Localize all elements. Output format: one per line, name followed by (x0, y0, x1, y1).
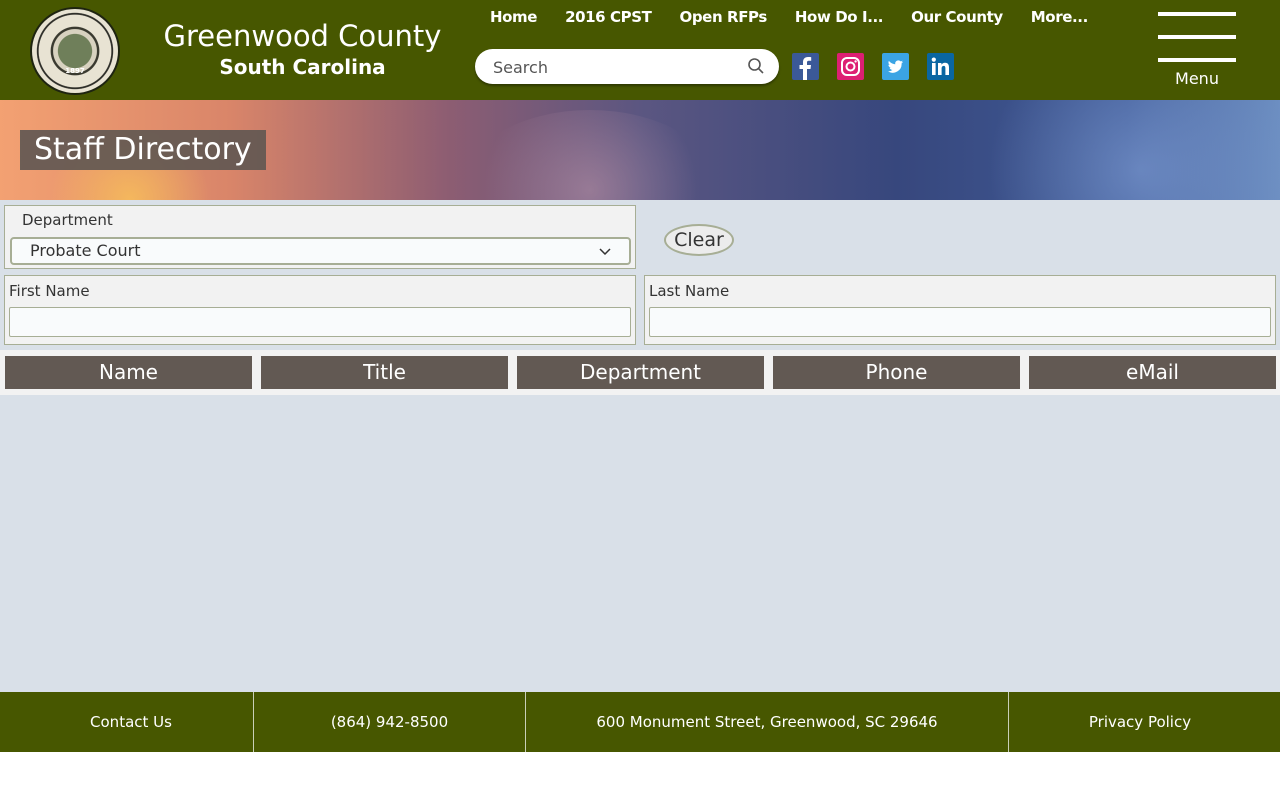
banner-decoration (950, 100, 1280, 200)
page-banner: Staff Directory (0, 100, 1280, 200)
first-name-label: First Name (9, 282, 90, 300)
top-navigation: Home 2016 CPST Open RFPs How Do I... Our… (476, 6, 1102, 28)
site-title-county: Greenwood County (163, 19, 442, 53)
column-header-email[interactable]: eMail (1029, 356, 1276, 389)
department-select[interactable]: Probate Court (10, 237, 631, 265)
column-header-phone[interactable]: Phone (773, 356, 1020, 389)
nav-open-rfps[interactable]: Open RFPs (665, 6, 780, 28)
department-filter: Department Probate Court (4, 205, 636, 269)
facebook-icon[interactable] (792, 53, 819, 80)
search-icon[interactable] (747, 57, 765, 75)
column-header-name[interactable]: Name (5, 356, 252, 389)
site-title-state: South Carolina (219, 55, 386, 79)
seal-year: 1897 (65, 67, 85, 75)
search-bar (475, 49, 779, 84)
clear-button[interactable]: Clear (664, 224, 734, 256)
county-seal-logo[interactable]: 1897 (30, 7, 120, 95)
nav-2016-cpst[interactable]: 2016 CPST (551, 6, 665, 28)
department-label: Department (22, 211, 113, 229)
department-selected-value: Probate Court (30, 241, 141, 260)
footer-contact-link[interactable]: Contact Us (0, 692, 262, 752)
last-name-input[interactable] (649, 307, 1271, 337)
staff-directory-content: Department Probate Court Clear First Nam… (0, 200, 1280, 692)
nav-more[interactable]: More... (1017, 6, 1102, 28)
first-name-input[interactable] (9, 307, 631, 337)
hamburger-menu-button[interactable]: Menu (1158, 12, 1236, 92)
footer-privacy-link[interactable]: Privacy Policy (1009, 692, 1271, 752)
footer-phone-link[interactable]: (864) 942-8500 (254, 692, 525, 752)
last-name-label: Last Name (649, 282, 730, 300)
menu-icon-bar (1158, 58, 1236, 62)
site-footer: Contact Us (864) 942-8500 600 Monument S… (0, 692, 1280, 752)
menu-label: Menu (1175, 69, 1219, 88)
chevron-down-icon (597, 243, 613, 259)
first-name-filter: First Name (4, 275, 636, 345)
nav-home[interactable]: Home (476, 6, 551, 28)
search-input[interactable] (493, 55, 733, 79)
menu-icon-bar (1158, 12, 1236, 16)
page-title: Staff Directory (20, 130, 266, 170)
twitter-icon[interactable] (882, 53, 909, 80)
menu-icon-bar (1158, 35, 1236, 39)
site-header: 1897 Greenwood County South Carolina Hom… (0, 0, 1280, 100)
site-title[interactable]: Greenwood County South Carolina (150, 18, 455, 80)
column-header-title[interactable]: Title (261, 356, 508, 389)
nav-how-do-i[interactable]: How Do I... (781, 6, 897, 28)
linkedin-icon[interactable] (927, 53, 954, 80)
last-name-filter: Last Name (644, 275, 1276, 345)
footer-address[interactable]: 600 Monument Street, Greenwood, SC 29646 (526, 692, 1008, 752)
instagram-icon[interactable] (837, 53, 864, 80)
nav-our-county[interactable]: Our County (897, 6, 1017, 28)
banner-decoration (460, 110, 720, 200)
column-header-department[interactable]: Department (517, 356, 764, 389)
